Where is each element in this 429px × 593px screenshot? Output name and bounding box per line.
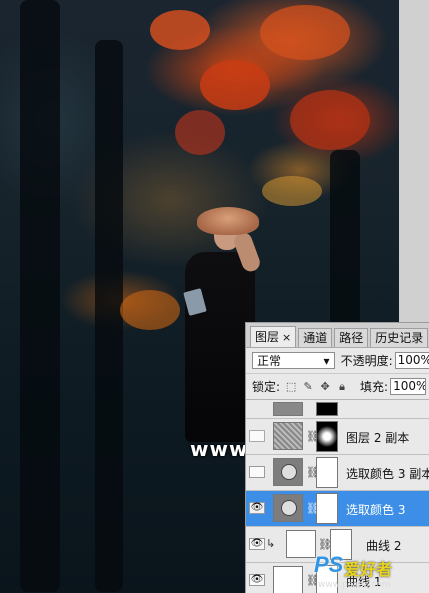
tab-layers[interactable]: 图层 × [250, 326, 297, 347]
opacity-input[interactable]: 100% [394, 352, 429, 369]
lock-transparency-icon[interactable]: ⬚ [285, 380, 297, 393]
ps-logo: PS [314, 552, 344, 577]
layer-row[interactable]: ⛓ 图层 2 副本 [246, 419, 429, 455]
site-name: 爱好者 [344, 560, 393, 579]
tab-label: 路径 [339, 331, 364, 345]
panel-tabs: 图层 × 通道 路径 历史记录 [246, 323, 429, 348]
site-url: www.psahz.com [318, 580, 391, 590]
lock-label: 锁定: [252, 380, 281, 394]
layer-mask-thumbnail [316, 457, 338, 488]
blend-row: 正常 ▾ 不透明度: 100% [246, 348, 429, 374]
eye-icon[interactable]: 👁︎ [249, 574, 265, 586]
layer-thumbnail [273, 402, 303, 416]
red-leaves [150, 10, 210, 50]
tree-trunk [20, 0, 60, 592]
red-leaves [290, 90, 370, 150]
layer-mask-thumbnail [316, 493, 338, 524]
clip-arrow-icon: ↳ [266, 537, 276, 550]
curves-thumbnail [273, 566, 303, 593]
tab-label: 历史记录 [375, 331, 424, 345]
close-icon[interactable]: × [282, 331, 291, 344]
layer-row[interactable]: ⛓ 选取颜色 3 副本 [246, 455, 429, 491]
blend-mode-select[interactable]: 正常 ▾ [252, 352, 335, 369]
layer-mask-thumbnail [316, 421, 338, 452]
red-leaves [260, 5, 350, 60]
lock-position-move-icon[interactable]: ✥ [319, 380, 331, 393]
layer-name: 选取颜色 3 副本 [346, 467, 429, 481]
tree-trunk [95, 40, 123, 592]
tab-label: 图层 [255, 330, 280, 344]
fill-input[interactable]: 100% [390, 378, 427, 395]
workspace-background [399, 0, 429, 322]
red-leaves [200, 60, 270, 110]
layer-name: 曲线 2 [366, 539, 402, 553]
adjustment-thumbnail [273, 494, 303, 522]
eye-icon[interactable]: 👁︎ [249, 538, 265, 550]
tab-paths[interactable]: 路径 [334, 328, 369, 347]
woman-hat [197, 207, 259, 235]
chevron-down-icon: ▾ [323, 353, 330, 368]
layer-mask-thumbnail [316, 402, 338, 416]
layer-name: 图层 2 副本 [346, 431, 410, 445]
lock-row: 锁定: ⬚ ✎ ✥ 🔒︎ 填充: 100% [246, 374, 429, 400]
layer-name: 选取颜色 3 [346, 503, 406, 517]
orange-leaves [120, 290, 180, 330]
yellow-leaves [262, 176, 322, 206]
visibility-toggle[interactable] [249, 466, 265, 478]
layer-thumbnail [273, 422, 303, 450]
layer-row-selected[interactable]: 👁︎ ⛓ 选取颜色 3 [246, 491, 429, 527]
fill-label: 填充: [360, 380, 389, 394]
layer-row-partial[interactable] [246, 400, 429, 419]
red-leaves [175, 110, 225, 155]
curves-thumbnail [286, 530, 316, 558]
tab-channels[interactable]: 通道 [298, 328, 333, 347]
lock-pixels-brush-icon[interactable]: ✎ [302, 380, 314, 393]
opacity-label: 不透明度: [340, 354, 393, 368]
visibility-toggle[interactable] [249, 430, 265, 442]
lock-all-icon[interactable]: 🔒︎ [336, 380, 348, 393]
tab-history[interactable]: 历史记录 [370, 328, 429, 347]
eye-icon[interactable]: 👁︎ [249, 502, 265, 514]
adjustment-thumbnail [273, 458, 303, 486]
blend-mode-value: 正常 [257, 354, 282, 368]
tab-label: 通道 [303, 331, 328, 345]
